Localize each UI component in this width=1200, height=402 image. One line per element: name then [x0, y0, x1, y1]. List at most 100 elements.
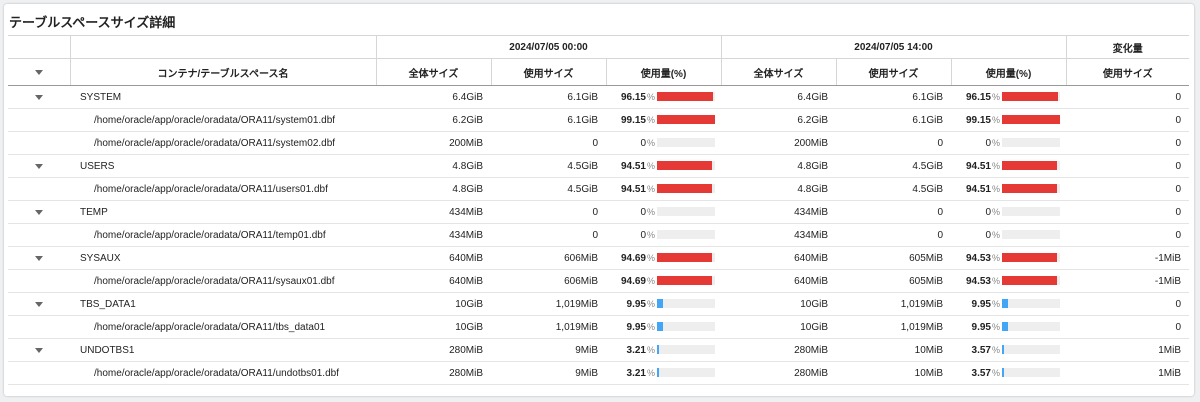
used-size-1: 0: [491, 223, 606, 247]
usage-bar: [657, 92, 715, 102]
used-size-2: 605MiB: [836, 269, 951, 293]
pct-sign: %: [647, 367, 656, 378]
usage-bar: [1002, 276, 1060, 286]
datafile-row: /home/oracle/app/oracle/oradata/ORA11/sy…: [8, 269, 1189, 293]
name-cell: /home/oracle/app/oracle/oradata/ORA11/tb…: [70, 315, 376, 339]
pct-value: 94.51: [620, 183, 646, 195]
total-size-1: 280MiB: [376, 338, 491, 362]
usage-pct-2: 94.51%: [951, 177, 1066, 201]
usage-pct-1: 3.21%: [606, 338, 721, 362]
usage-bar: [1002, 345, 1060, 355]
row-expand-toggle[interactable]: [8, 85, 70, 109]
pct-sign: %: [992, 183, 1001, 194]
header-used-1[interactable]: 使用サイズ: [490, 58, 606, 86]
pct-value: 96.15: [620, 91, 646, 103]
table-body: SYSTEM 6.4GiB 6.1GiB 96.15% 6.4GiB 6.1GiB 96.1…: [8, 85, 1189, 385]
pct-sign: %: [647, 160, 656, 171]
pct-sign: %: [647, 206, 656, 217]
pct-value: 3.21: [626, 344, 646, 356]
row-expand-toggle[interactable]: [8, 246, 70, 270]
row-indent: [8, 315, 70, 339]
row-indent: [8, 131, 70, 155]
tablespace-row[interactable]: TEMP 434MiB 0 0% 434MiB 0 0% 0: [8, 200, 1189, 224]
collapse-all-toggle[interactable]: [8, 58, 70, 86]
usage-bar-fill: [1002, 276, 1057, 286]
usage-bar-fill: [657, 345, 659, 355]
pct-sign: %: [647, 321, 656, 332]
name-cell: /home/oracle/app/oracle/oradata/ORA11/un…: [70, 361, 376, 385]
usage-bar: [657, 115, 715, 125]
total-size-2: 640MiB: [721, 269, 836, 293]
pct-value: 0: [640, 229, 646, 241]
row-expand-toggle[interactable]: [8, 292, 70, 316]
total-size-1: 434MiB: [376, 200, 491, 224]
usage-bar: [657, 253, 715, 263]
pct-value: 94.51: [620, 160, 646, 172]
total-size-1: 640MiB: [376, 246, 491, 270]
used-size-2: 0: [836, 223, 951, 247]
pct-value: 0: [640, 206, 646, 218]
tablespace-row[interactable]: TBS_DATA1 10GiB 1,019MiB 9.95% 10GiB 1,019MiB…: [8, 292, 1189, 316]
header-pct-1[interactable]: 使用量(%): [605, 58, 721, 86]
header-used-2[interactable]: 使用サイズ: [835, 58, 951, 86]
tablespace-panel: テーブルスペースサイズ詳細 2024/07/05 00:00 2024/07/0…: [4, 4, 1194, 396]
usage-bar: [1002, 161, 1060, 171]
total-size-1: 10GiB: [376, 292, 491, 316]
pct-value: 96.15: [965, 91, 991, 103]
total-size-1: 4.8GiB: [376, 177, 491, 201]
usage-bar: [657, 322, 715, 332]
tablespace-row[interactable]: USERS 4.8GiB 4.5GiB 94.51% 4.8GiB 4.5GiB 94.51…: [8, 154, 1189, 178]
usage-bar-fill: [657, 276, 712, 286]
used-size-2: 1,019MiB: [836, 315, 951, 339]
header-change-used[interactable]: 使用サイズ: [1065, 58, 1189, 86]
used-size-change: 0: [1066, 292, 1189, 316]
header-total-2[interactable]: 全体サイズ: [720, 58, 836, 86]
datafile-row: /home/oracle/app/oracle/oradata/ORA11/us…: [8, 177, 1189, 201]
used-size-change: 0: [1066, 200, 1189, 224]
name-cell: TEMP: [70, 200, 376, 224]
row-expand-toggle[interactable]: [8, 154, 70, 178]
pct-value: 94.69: [620, 275, 646, 287]
pct-value: 0: [985, 137, 991, 149]
total-size-1: 280MiB: [376, 361, 491, 385]
usage-bar-fill: [657, 161, 712, 171]
total-size-1: 200MiB: [376, 131, 491, 155]
total-size-2: 200MiB: [721, 131, 836, 155]
tablespace-row[interactable]: SYSAUX 640MiB 606MiB 94.69% 640MiB 605MiB 94.5…: [8, 246, 1189, 270]
name-cell: USERS: [70, 154, 376, 178]
usage-bar-fill: [657, 115, 715, 125]
usage-bar-fill: [1002, 322, 1008, 332]
usage-bar-fill: [657, 253, 712, 263]
usage-bar-fill: [1002, 299, 1008, 309]
usage-bar-fill: [657, 184, 712, 194]
total-size-2: 4.8GiB: [721, 177, 836, 201]
used-size-2: 6.1GiB: [836, 85, 951, 109]
header-name[interactable]: コンテナ/テーブルスペース名: [69, 58, 376, 86]
header-change-group: 変化量: [1065, 35, 1189, 59]
used-size-change: 0: [1066, 131, 1189, 155]
datafile-row: /home/oracle/app/oracle/oradata/ORA11/te…: [8, 223, 1189, 247]
pct-sign: %: [992, 344, 1001, 355]
pct-sign: %: [647, 91, 656, 102]
name-cell: SYSAUX: [70, 246, 376, 270]
usage-bar: [657, 184, 715, 194]
used-size-change: 0: [1066, 315, 1189, 339]
header-spacer-arrow: [8, 35, 70, 59]
pct-sign: %: [647, 114, 656, 125]
tablespace-row[interactable]: SYSTEM 6.4GiB 6.1GiB 96.15% 6.4GiB 6.1GiB 96.1…: [8, 85, 1189, 109]
tablespace-row[interactable]: UNDOTBS1 280MiB 9MiB 3.21% 280MiB 10MiB 3.57% 1…: [8, 338, 1189, 362]
usage-pct-1: 9.95%: [606, 292, 721, 316]
usage-bar: [657, 207, 715, 217]
pct-sign: %: [992, 367, 1001, 378]
pct-value: 99.15: [620, 114, 646, 126]
row-expand-toggle[interactable]: [8, 200, 70, 224]
row-expand-toggle[interactable]: [8, 338, 70, 362]
header-pct-2[interactable]: 使用量(%): [950, 58, 1066, 86]
pct-value: 0: [985, 229, 991, 241]
used-size-2: 0: [836, 200, 951, 224]
header-total-1[interactable]: 全体サイズ: [375, 58, 491, 86]
used-size-2: 10MiB: [836, 338, 951, 362]
total-size-1: 434MiB: [376, 223, 491, 247]
usage-bar: [1002, 253, 1060, 263]
usage-bar-fill: [1002, 368, 1005, 378]
